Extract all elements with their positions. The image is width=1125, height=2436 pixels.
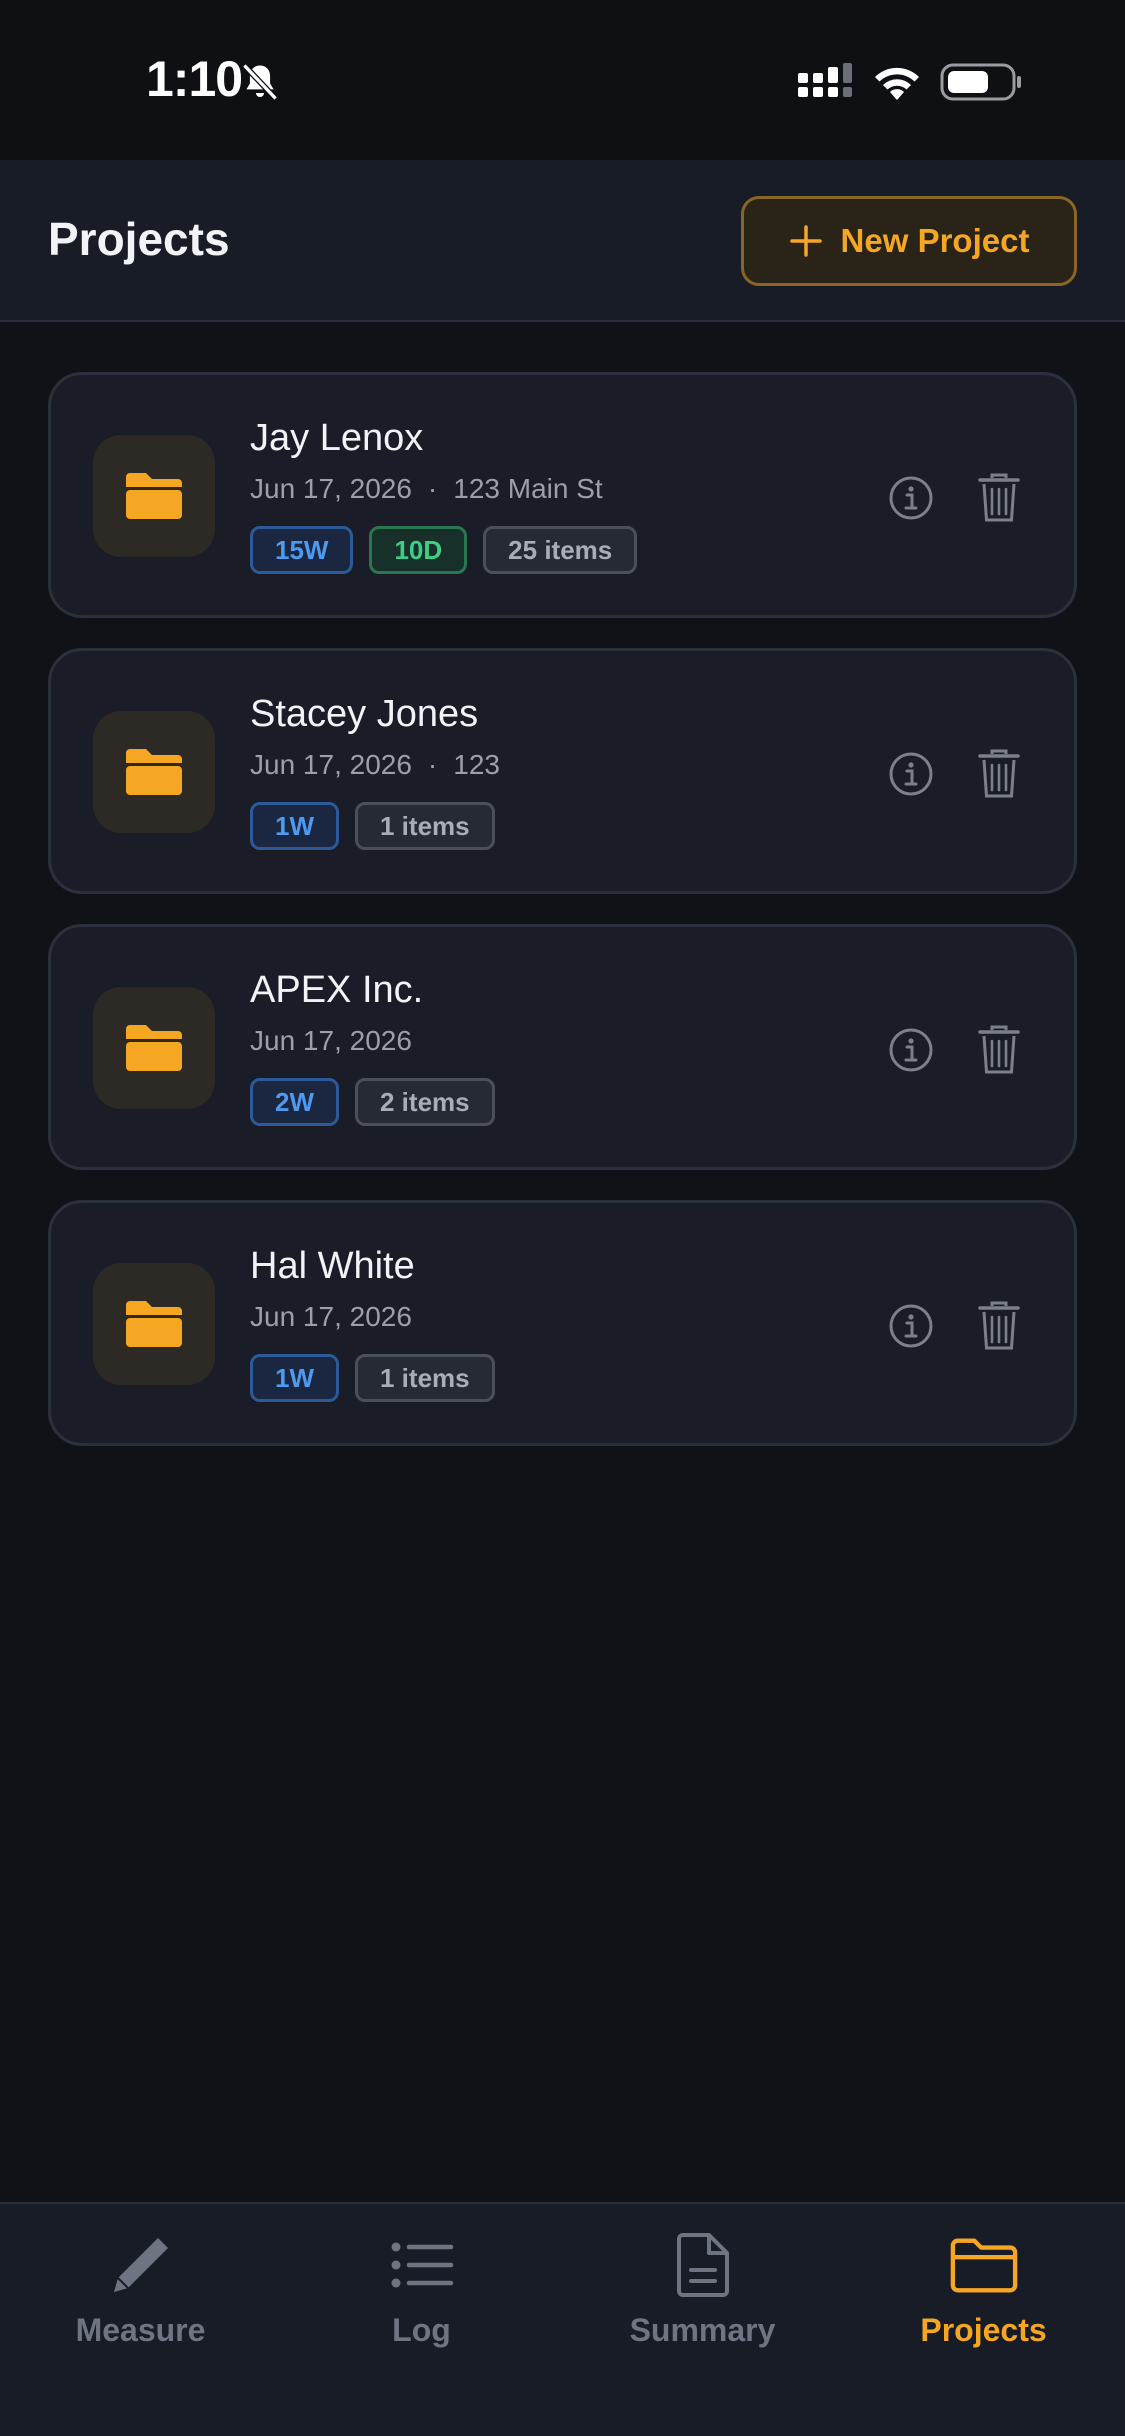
delete-button[interactable] bbox=[969, 741, 1029, 807]
document-icon bbox=[676, 2233, 729, 2297]
folder-icon bbox=[126, 749, 182, 795]
tab-bar: Measure Log Summary Projects bbox=[0, 2202, 1125, 2436]
pencil-icon bbox=[113, 2238, 168, 2292]
trash-icon bbox=[978, 1025, 1020, 1074]
new-project-label: New Project bbox=[840, 222, 1030, 259]
project-name: Stacey Jones bbox=[250, 693, 479, 735]
tab-log[interactable]: Log bbox=[281, 2204, 562, 2364]
project-card[interactable]: Jay Lenox Jun 17, 2026 · 123 Main St 15W 1… bbox=[48, 372, 1077, 618]
tab-summary[interactable]: Summary bbox=[562, 2204, 843, 2364]
new-project-button[interactable]: New Project bbox=[741, 196, 1077, 286]
tab-label: Projects bbox=[920, 2312, 1047, 2348]
project-name: Jay Lenox bbox=[250, 417, 424, 459]
list-icon bbox=[391, 2242, 453, 2288]
page-title: Projects bbox=[48, 213, 230, 265]
badge-row: 1W 1 items bbox=[250, 1354, 495, 1402]
delete-button[interactable] bbox=[969, 1017, 1029, 1083]
items-badge: 2 items bbox=[355, 1078, 495, 1126]
info-icon bbox=[889, 752, 933, 796]
header: Projects New Project bbox=[0, 160, 1125, 322]
trash-icon bbox=[978, 1301, 1020, 1350]
project-card[interactable]: APEX Inc. Jun 17, 2026 2W 2 items bbox=[48, 924, 1077, 1170]
project-date: Jun 17, 2026 bbox=[250, 473, 412, 504]
windows-badge: 2W bbox=[250, 1078, 339, 1126]
meta-separator: · bbox=[427, 749, 438, 780]
folder-icon-tile bbox=[93, 435, 215, 557]
tab-projects[interactable]: Projects bbox=[843, 2204, 1124, 2364]
folder-icon-tile bbox=[93, 987, 215, 1109]
folder-icon bbox=[950, 2238, 1017, 2293]
tab-measure[interactable]: Measure bbox=[0, 2204, 281, 2364]
bell-slash-icon bbox=[242, 63, 278, 101]
badge-row: 1W 1 items bbox=[250, 802, 495, 850]
tab-label: Measure bbox=[75, 2312, 206, 2348]
tab-label: Log bbox=[392, 2312, 451, 2348]
project-card[interactable]: Stacey Jones Jun 17, 2026 · 123 1W 1 items bbox=[48, 648, 1077, 894]
info-icon bbox=[889, 476, 933, 520]
tab-label: Summary bbox=[629, 2312, 776, 2348]
meta-separator: · bbox=[427, 473, 438, 504]
info-button[interactable] bbox=[881, 744, 941, 804]
info-button[interactable] bbox=[881, 1296, 941, 1356]
status-bar: 1:10 bbox=[0, 0, 1125, 160]
folder-icon bbox=[126, 1301, 182, 1347]
project-card[interactable]: Hal White Jun 17, 2026 1W 1 items bbox=[48, 1200, 1077, 1446]
battery-icon bbox=[940, 63, 1021, 101]
windows-badge: 1W bbox=[250, 802, 339, 850]
info-icon bbox=[889, 1304, 933, 1348]
delete-button[interactable] bbox=[969, 465, 1029, 531]
items-badge: 1 items bbox=[355, 1354, 495, 1402]
project-address: 123 Main St bbox=[453, 473, 603, 504]
project-meta: Jun 17, 2026 bbox=[250, 1025, 412, 1057]
project-name: APEX Inc. bbox=[250, 969, 424, 1011]
folder-icon bbox=[126, 1025, 182, 1071]
project-address: 123 bbox=[453, 749, 500, 780]
delete-button[interactable] bbox=[969, 1293, 1029, 1359]
folder-icon-tile bbox=[93, 1263, 215, 1385]
badge-row: 15W 10D 25 items bbox=[250, 526, 638, 574]
info-icon bbox=[889, 1028, 933, 1072]
cellular-signal-icon bbox=[798, 63, 852, 97]
project-meta: Jun 17, 2026 · 123 Main St bbox=[250, 473, 603, 505]
trash-icon bbox=[978, 473, 1020, 522]
wifi-icon bbox=[875, 67, 919, 100]
badge-row: 2W 2 items bbox=[250, 1078, 495, 1126]
status-time: 1:10 bbox=[146, 51, 243, 107]
project-meta: Jun 17, 2026 · 123 bbox=[250, 749, 500, 781]
project-date: Jun 17, 2026 bbox=[250, 1025, 412, 1056]
project-date: Jun 17, 2026 bbox=[250, 1301, 412, 1332]
trash-icon bbox=[978, 749, 1020, 798]
windows-badge: 1W bbox=[250, 1354, 339, 1402]
items-badge: 25 items bbox=[483, 526, 638, 574]
info-button[interactable] bbox=[881, 468, 941, 528]
windows-badge: 15W bbox=[250, 526, 354, 574]
items-badge: 1 items bbox=[355, 802, 495, 850]
folder-icon-tile bbox=[93, 711, 215, 833]
doors-badge: 10D bbox=[369, 526, 468, 574]
plus-icon bbox=[789, 225, 822, 257]
info-button[interactable] bbox=[881, 1020, 941, 1080]
project-name: Hal White bbox=[250, 1245, 415, 1287]
folder-icon bbox=[126, 473, 182, 519]
project-meta: Jun 17, 2026 bbox=[250, 1301, 412, 1333]
project-date: Jun 17, 2026 bbox=[250, 749, 412, 780]
